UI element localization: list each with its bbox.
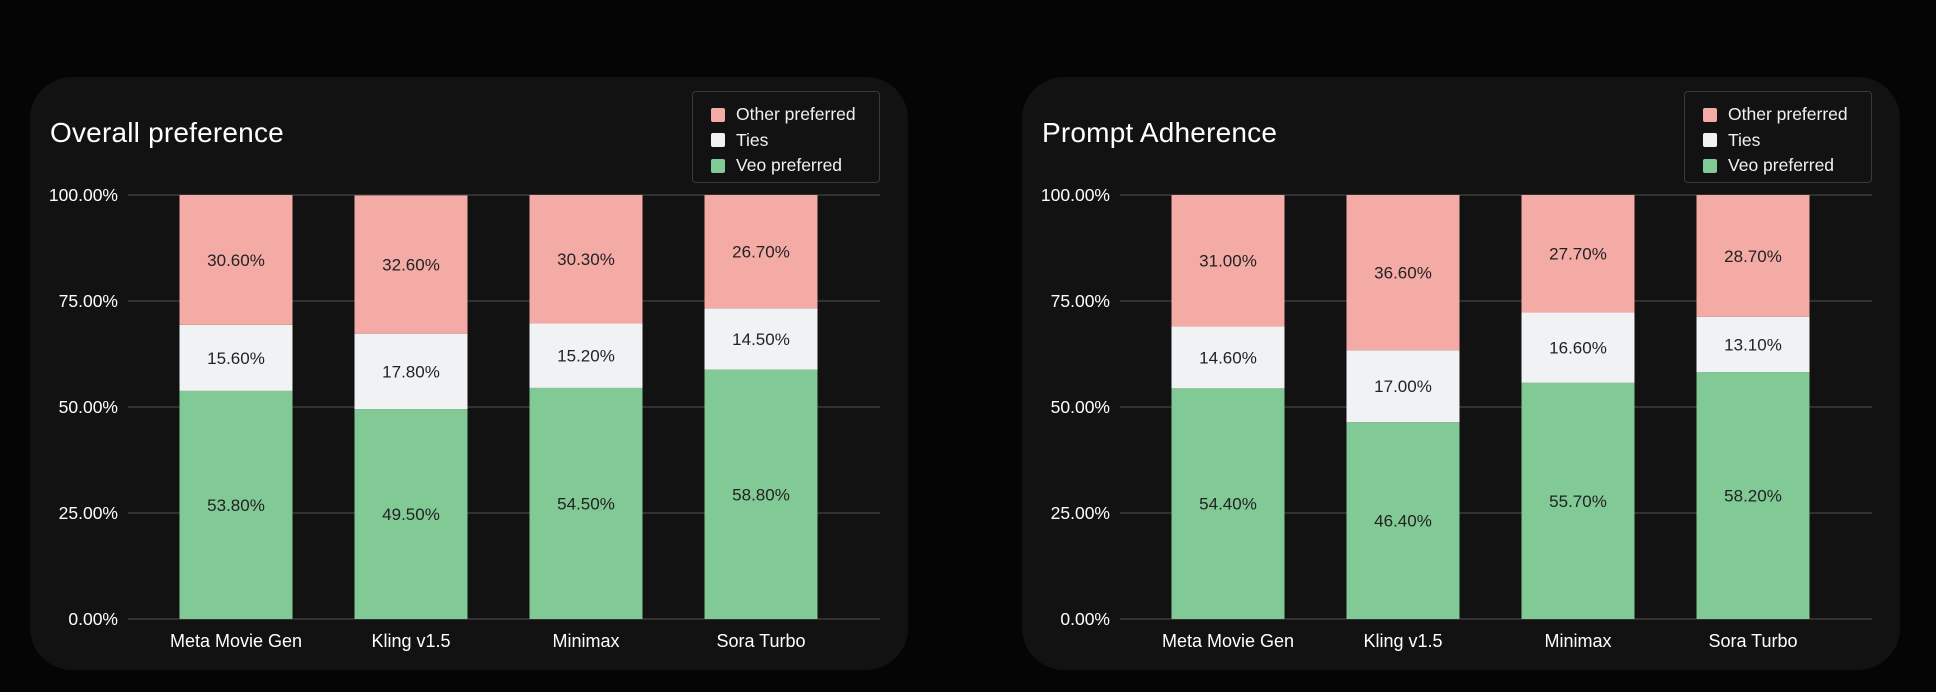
- y-tick-label: 100.00%: [49, 185, 118, 205]
- y-tick-label: 50.00%: [59, 397, 118, 417]
- stacked-bar-plot: 0.00% 25.00% 50.00% 75.00% 100.00% 54.40% 14.6…: [1041, 185, 1872, 651]
- y-tick-label: 100.00%: [1041, 185, 1110, 205]
- y-tick-label: 0.00%: [68, 609, 118, 629]
- data-label: 15.20%: [557, 347, 615, 366]
- y-tick-label: 75.00%: [59, 291, 118, 311]
- data-label: 58.80%: [732, 485, 790, 504]
- y-tick-label: 50.00%: [1051, 397, 1110, 417]
- data-label: 17.00%: [1374, 377, 1432, 396]
- x-tick-label: Minimax: [1544, 631, 1611, 651]
- data-label: 53.80%: [207, 496, 265, 515]
- data-label: 13.10%: [1724, 335, 1782, 354]
- stacked-bar-plot: 0.00% 25.00% 50.00% 75.00% 100.00% 53.80% 15.6…: [49, 185, 880, 651]
- y-tick-label: 25.00%: [1051, 503, 1110, 523]
- data-label: 30.30%: [557, 250, 615, 269]
- data-label: 30.60%: [207, 251, 265, 270]
- x-tick-label: Meta Movie Gen: [170, 631, 302, 651]
- x-tick-label: Kling v1.5: [371, 631, 450, 651]
- data-label: 16.60%: [1549, 339, 1607, 358]
- y-tick-label: 0.00%: [1060, 609, 1110, 629]
- data-label: 55.70%: [1549, 492, 1607, 511]
- data-label: 15.60%: [207, 349, 265, 368]
- data-label: 14.60%: [1199, 348, 1257, 367]
- overall-preference-panel: Overall preference Other preferred Ties …: [30, 77, 908, 670]
- data-label: 54.40%: [1199, 495, 1257, 514]
- x-tick-label: Kling v1.5: [1363, 631, 1442, 651]
- data-label: 54.50%: [557, 494, 615, 513]
- data-label: 28.70%: [1724, 247, 1782, 266]
- x-tick-label: Meta Movie Gen: [1162, 631, 1294, 651]
- y-tick-label: 75.00%: [1051, 291, 1110, 311]
- data-label: 58.20%: [1724, 487, 1782, 506]
- x-tick-label: Sora Turbo: [1708, 631, 1797, 651]
- prompt-adherence-panel: Prompt Adherence Other preferred Ties Ve…: [1022, 77, 1900, 670]
- data-label: 27.70%: [1549, 245, 1607, 264]
- x-tick-label: Sora Turbo: [716, 631, 805, 651]
- x-tick-label: Minimax: [552, 631, 619, 651]
- y-tick-label: 25.00%: [59, 503, 118, 523]
- data-label: 36.60%: [1374, 264, 1432, 283]
- data-label: 17.80%: [382, 362, 440, 381]
- data-label: 31.00%: [1199, 252, 1257, 271]
- data-label: 14.50%: [732, 330, 790, 349]
- data-label: 26.70%: [732, 243, 790, 262]
- data-label: 32.60%: [382, 256, 440, 275]
- data-label: 49.50%: [382, 505, 440, 524]
- data-label: 46.40%: [1374, 512, 1432, 531]
